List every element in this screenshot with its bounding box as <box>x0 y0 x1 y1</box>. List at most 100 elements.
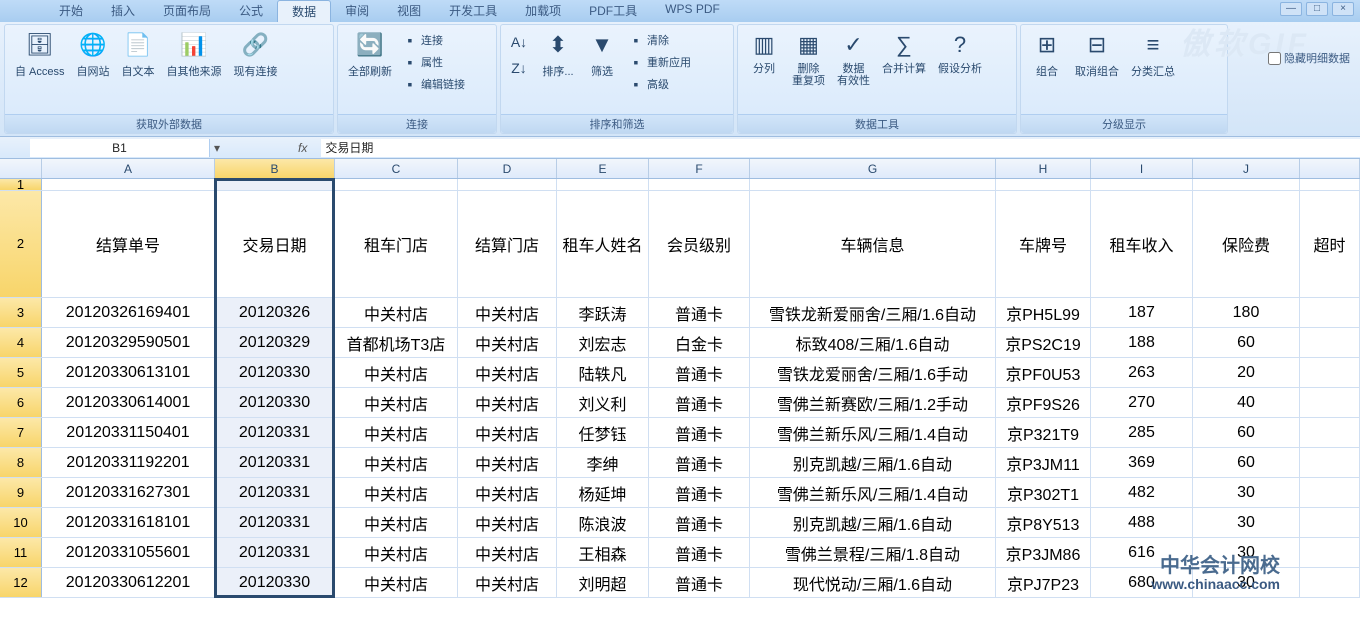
cell[interactable]: 别克凯越/三厢/1.6自动 <box>750 508 996 537</box>
cell[interactable]: 20120326 <box>215 298 335 327</box>
cell[interactable]: 中关村店 <box>458 448 557 477</box>
cell[interactable]: 20120331 <box>215 478 335 507</box>
cell[interactable] <box>557 179 649 190</box>
col-header-A[interactable]: A <box>42 159 215 178</box>
datatool-btn-1[interactable]: ▦删除 重复项 <box>786 27 831 89</box>
menu-tab-5[interactable]: 审阅 <box>331 0 383 22</box>
ext-data-btn-1[interactable]: 🌐自网站 <box>71 27 116 81</box>
cell[interactable]: 现代悦动/三厢/1.6自动 <box>750 568 996 597</box>
cell[interactable]: 482 <box>1091 478 1193 507</box>
cell[interactable]: 首都机场T3店 <box>335 328 458 357</box>
cell[interactable]: 京P321T9 <box>996 418 1091 447</box>
cell[interactable]: 中关村店 <box>458 508 557 537</box>
cell[interactable]: 285 <box>1091 418 1193 447</box>
filter-small-1[interactable]: ▪重新应用 <box>624 53 695 71</box>
col-header-J[interactable]: J <box>1193 159 1300 178</box>
ext-data-btn-2[interactable]: 📄自文本 <box>116 27 161 81</box>
cell[interactable]: 雪铁龙爱丽舍/三厢/1.6手动 <box>750 358 996 387</box>
cell[interactable]: 刘义利 <box>557 388 649 417</box>
cell[interactable]: 20120331150401 <box>42 418 215 447</box>
row-header[interactable]: 1 <box>0 179 42 190</box>
row-header[interactable]: 11 <box>0 538 42 567</box>
cell[interactable]: 杨延坤 <box>557 478 649 507</box>
cell[interactable]: 中关村店 <box>458 538 557 567</box>
min-button[interactable]: — <box>1280 2 1302 16</box>
cell[interactable]: 会员级别 <box>649 191 750 297</box>
cell[interactable]: 60 <box>1193 418 1300 447</box>
cell[interactable] <box>1300 328 1360 357</box>
cell[interactable]: 60 <box>1193 448 1300 477</box>
outline-btn-0[interactable]: ⊞组合 <box>1025 27 1069 81</box>
cell[interactable] <box>1300 179 1360 190</box>
row-header[interactable]: 2 <box>0 191 42 297</box>
cell[interactable]: 30 <box>1193 538 1300 567</box>
cell[interactable]: 普通卡 <box>649 568 750 597</box>
datatool-btn-4[interactable]: ?假设分析 <box>932 27 988 77</box>
conn-small-0[interactable]: ▪连接 <box>398 31 469 49</box>
fx-icon[interactable]: fx <box>284 141 321 155</box>
row-header[interactable]: 5 <box>0 358 42 387</box>
cell[interactable]: 普通卡 <box>649 298 750 327</box>
cell[interactable]: 20120330 <box>215 388 335 417</box>
close-button[interactable]: × <box>1332 2 1354 16</box>
cell[interactable]: 普通卡 <box>649 358 750 387</box>
cell[interactable]: 中关村店 <box>335 568 458 597</box>
menu-tab-9[interactable]: PDF工具 <box>575 0 651 22</box>
spreadsheet[interactable]: ABCDEFGHIJ 12结算单号交易日期租车门店结算门店租车人姓名会员级别车辆… <box>0 159 1360 632</box>
cell[interactable]: 20120330612201 <box>42 568 215 597</box>
cell[interactable]: 60 <box>1193 328 1300 357</box>
cell[interactable]: 白金卡 <box>649 328 750 357</box>
cell[interactable]: 40 <box>1193 388 1300 417</box>
datatool-btn-2[interactable]: ✓数据 有效性 <box>831 27 876 89</box>
cell[interactable]: 雪铁龙新爱丽舍/三厢/1.6自动 <box>750 298 996 327</box>
datatool-btn-0[interactable]: ▥分列 <box>742 27 786 77</box>
cell[interactable]: 超时 <box>1300 191 1360 297</box>
conn-small-1[interactable]: ▪属性 <box>398 53 469 71</box>
cell[interactable]: 680 <box>1091 568 1193 597</box>
outline-btn-2[interactable]: ≡分类汇总 <box>1125 27 1181 81</box>
cell[interactable]: 京P302T1 <box>996 478 1091 507</box>
row-header[interactable]: 6 <box>0 388 42 417</box>
cell[interactable]: 结算门店 <box>458 191 557 297</box>
cell[interactable]: 20120331 <box>215 538 335 567</box>
cell[interactable]: 任梦钰 <box>557 418 649 447</box>
cell[interactable]: 王相森 <box>557 538 649 567</box>
cell[interactable]: 中关村店 <box>458 358 557 387</box>
col-header-I[interactable]: I <box>1091 159 1193 178</box>
filter-button[interactable]: ▼筛选 <box>580 27 624 81</box>
cell[interactable]: 188 <box>1091 328 1193 357</box>
col-header-F[interactable]: F <box>649 159 750 178</box>
cell[interactable]: 京PH5L99 <box>996 298 1091 327</box>
sort-desc-button[interactable]: Z↓ <box>507 59 534 77</box>
filter-small-0[interactable]: ▪清除 <box>624 31 695 49</box>
cell[interactable]: 京P8Y513 <box>996 508 1091 537</box>
cell[interactable]: 李跃涛 <box>557 298 649 327</box>
cell[interactable] <box>1300 388 1360 417</box>
col-header-B[interactable]: B <box>215 159 335 178</box>
cell[interactable]: 中关村店 <box>458 478 557 507</box>
menu-tab-1[interactable]: 插入 <box>97 0 149 22</box>
menu-tab-0[interactable]: 开始 <box>45 0 97 22</box>
cell[interactable] <box>1300 538 1360 567</box>
name-box-dropdown-icon[interactable]: ▾ <box>210 141 224 155</box>
cell[interactable]: 雪佛兰新赛欧/三厢/1.2手动 <box>750 388 996 417</box>
cell[interactable]: 中关村店 <box>335 508 458 537</box>
cell[interactable] <box>1300 568 1360 597</box>
cell[interactable]: 263 <box>1091 358 1193 387</box>
cell[interactable]: 中关村店 <box>335 538 458 567</box>
sort-button[interactable]: ⬍排序... <box>536 27 580 81</box>
row-header[interactable]: 4 <box>0 328 42 357</box>
cell[interactable] <box>1300 478 1360 507</box>
menu-tab-7[interactable]: 开发工具 <box>435 0 511 22</box>
row-header[interactable]: 7 <box>0 418 42 447</box>
cell[interactable] <box>1300 358 1360 387</box>
cell[interactable]: 187 <box>1091 298 1193 327</box>
cell[interactable]: 普通卡 <box>649 508 750 537</box>
cell[interactable]: 中关村店 <box>458 388 557 417</box>
cell[interactable]: 交易日期 <box>215 191 335 297</box>
cell[interactable]: 车牌号 <box>996 191 1091 297</box>
cell[interactable]: 雪佛兰景程/三厢/1.8自动 <box>750 538 996 567</box>
cell[interactable]: 20120329590501 <box>42 328 215 357</box>
cell[interactable]: 刘宏志 <box>557 328 649 357</box>
hide-detail-checkbox[interactable]: 隐藏明细数据 <box>1268 50 1350 66</box>
